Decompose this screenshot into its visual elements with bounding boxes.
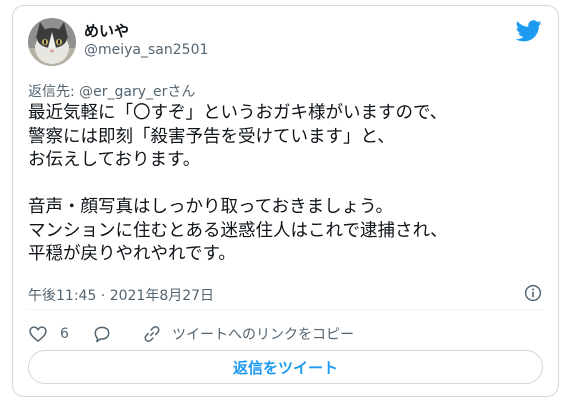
tweet-text: 最近気軽に「〇すぞ」というおガキ様がいますので、 警察には即刻「殺害予告を受けて… bbox=[28, 103, 448, 264]
display-name[interactable]: めいや bbox=[84, 20, 129, 41]
copy-link-label: ツイートへのリンクをコピー bbox=[172, 327, 354, 343]
tweet-timestamp[interactable]: 午後11:45 · 2021年8月27日 bbox=[28, 285, 214, 305]
reply-to-handle-link[interactable]: @er_gary_er bbox=[79, 84, 167, 100]
copy-link-button[interactable]: ツイートへのリンクをコピー bbox=[142, 323, 354, 345]
reply-to-suffix: さん bbox=[167, 84, 196, 100]
action-bar: 6 ツイートへのリンクをコピー bbox=[28, 323, 543, 345]
link-icon bbox=[144, 326, 160, 342]
reply-to-prefix: 返信先: bbox=[28, 84, 80, 100]
like-button[interactable]: 6 bbox=[28, 323, 69, 345]
twitter-bird-icon[interactable] bbox=[516, 20, 542, 42]
reply-tweet-button[interactable]: 返信をツイート bbox=[28, 350, 543, 384]
heart-icon bbox=[29, 326, 47, 342]
like-count: 6 bbox=[60, 326, 69, 342]
avatar[interactable] bbox=[28, 18, 76, 66]
divider bbox=[28, 309, 543, 310]
tweet-card: めいや @meiya_san2501 返信先: @er_gary_erさん 最近… bbox=[12, 5, 559, 397]
reply-icon-button[interactable] bbox=[92, 323, 112, 345]
reply-context: 返信先: @er_gary_erさん bbox=[28, 81, 195, 101]
speech-bubble-icon bbox=[94, 326, 110, 343]
info-icon[interactable] bbox=[524, 284, 542, 302]
user-handle[interactable]: @meiya_san2501 bbox=[84, 42, 208, 58]
cat-avatar-image bbox=[28, 18, 76, 66]
